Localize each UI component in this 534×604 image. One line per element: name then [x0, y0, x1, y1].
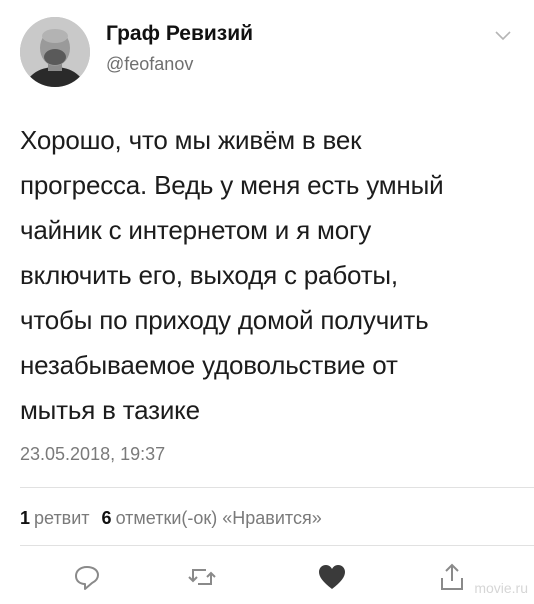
author-display-name[interactable]: Граф Ревизий — [106, 22, 253, 46]
retweet-icon[interactable] — [187, 562, 217, 592]
tweet-text-line: включить его, выходя с работы, — [20, 260, 398, 290]
tweet-text-line: Хорошо, что мы живём в век — [20, 125, 362, 155]
reply-icon[interactable] — [72, 562, 102, 592]
tweet-text-line: незабываемое удовольствие от — [20, 350, 398, 380]
tweet-stats: 1 ретвит 6 отметки(-ок) «Нравится» — [20, 508, 322, 529]
share-icon[interactable] — [437, 562, 467, 592]
tweet-text: Хорошо, что мы живём в век прогресса. Ве… — [20, 118, 520, 433]
avatar[interactable] — [20, 17, 90, 87]
tweet-text-line: мытья в тазике — [20, 395, 200, 425]
divider — [20, 545, 534, 546]
author-handle[interactable]: @feofanov — [106, 54, 193, 75]
tweet-actions — [0, 562, 534, 594]
retweets-stat[interactable]: 1 ретвит — [20, 508, 90, 528]
tweet-timestamp[interactable]: 23.05.2018, 19:37 — [20, 444, 165, 465]
divider — [20, 487, 534, 488]
retweets-count: 1 — [20, 508, 31, 528]
likes-stat[interactable]: 6 отметки(-ок) «Нравится» — [102, 508, 322, 528]
tweet-text-line: чайник с интернетом и я могу — [20, 215, 372, 245]
likes-label: отметки(-ок) «Нравится» — [115, 508, 322, 528]
likes-count: 6 — [101, 508, 112, 528]
retweets-label: ретвит — [34, 508, 90, 528]
heart-icon[interactable] — [317, 562, 347, 592]
user-avatar-icon — [20, 17, 90, 87]
chevron-down-icon[interactable] — [494, 30, 512, 42]
tweet-text-line: прогресса. Ведь у меня есть умный — [20, 170, 444, 200]
tweet-text-line: чтобы по приходу домой получить — [20, 305, 429, 335]
watermark: movie.ru — [474, 580, 528, 596]
